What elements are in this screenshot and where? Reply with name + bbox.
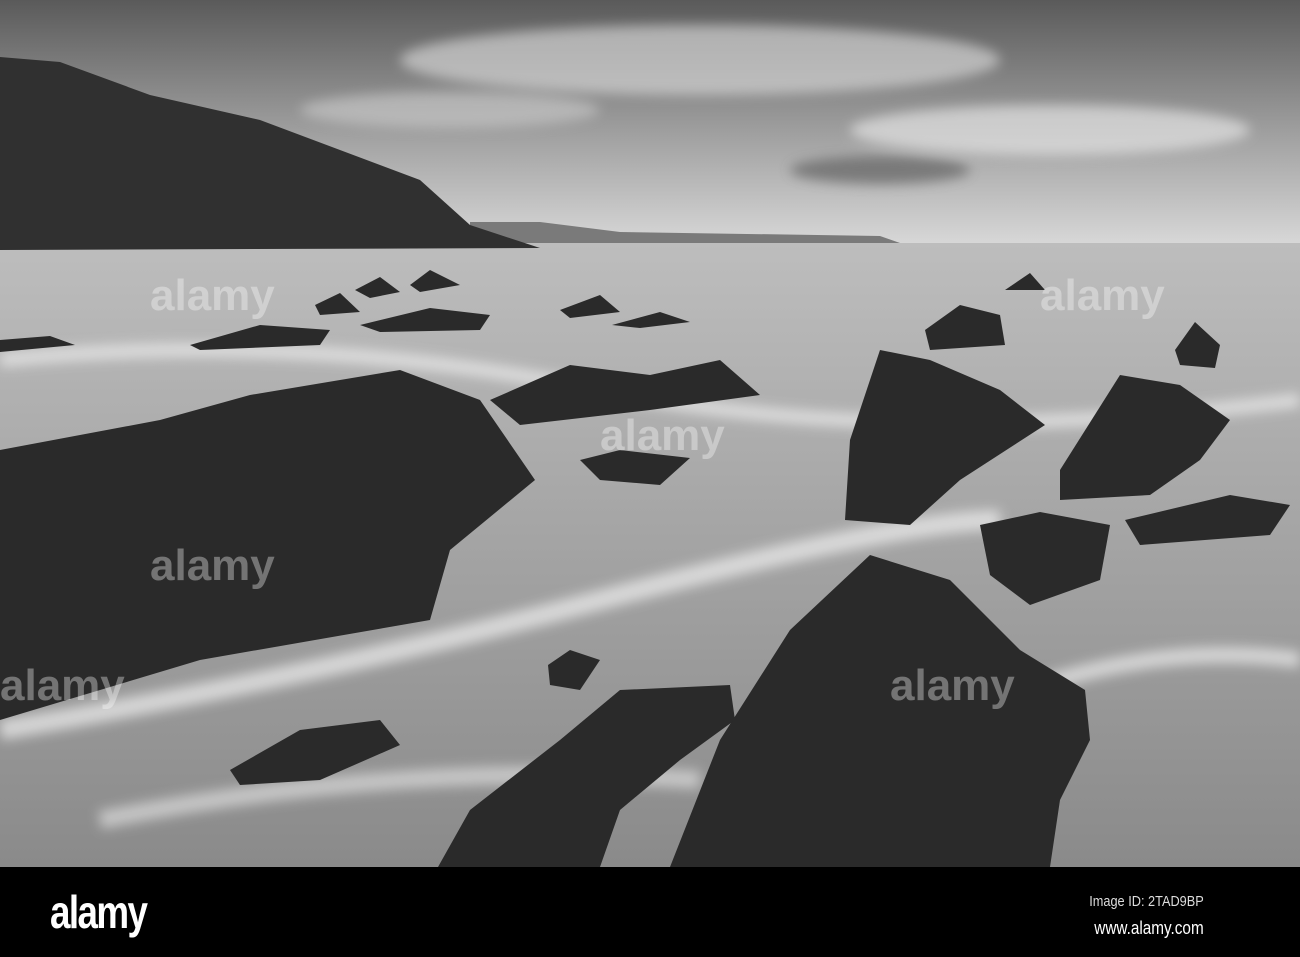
svg-text:alamy: alamy (150, 271, 275, 320)
svg-text:alamy: alamy (150, 541, 275, 590)
site-url[interactable]: www.alamy.com (1095, 918, 1204, 939)
image-id: Image ID: 2TAD9BP (1089, 893, 1204, 910)
svg-text:alamy: alamy (1040, 271, 1165, 320)
alamy-logo: alamy (50, 886, 148, 938)
footer-bar: alamy Image ID: 2TAD9BP www.alamy.com (0, 867, 1300, 957)
seascape-photo: alamy alamy alamy alamy alamy alamy (0, 0, 1300, 867)
svg-text:alamy: alamy (890, 661, 1015, 710)
svg-text:alamy: alamy (600, 411, 725, 460)
svg-text:alamy: alamy (0, 661, 125, 710)
